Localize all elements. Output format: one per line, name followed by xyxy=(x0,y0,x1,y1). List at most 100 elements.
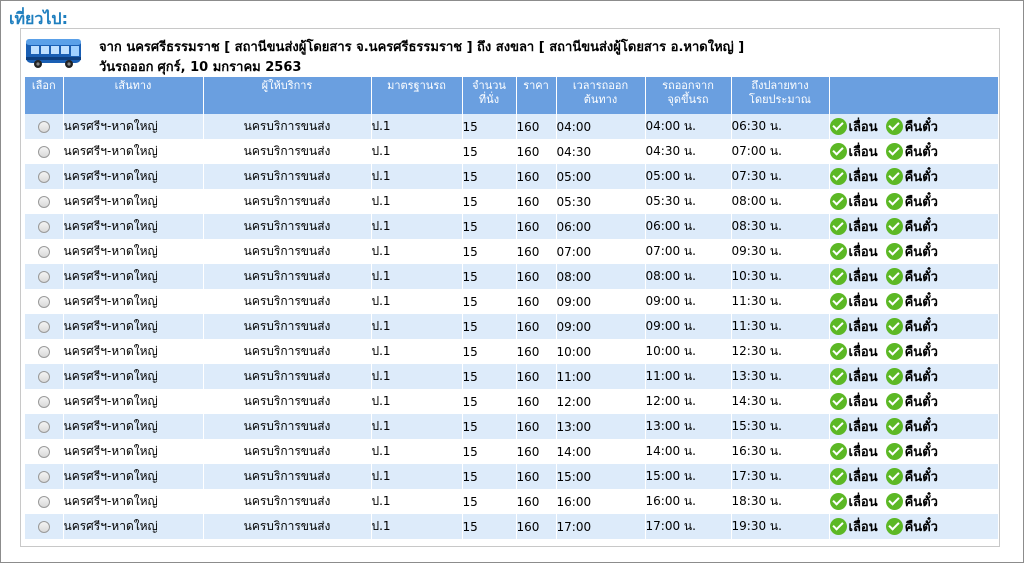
depart-time-cell: 16:00 น. xyxy=(645,489,732,514)
postpone-button[interactable]: เลื่อน xyxy=(829,416,878,437)
refund-button[interactable]: คืนตั๋ว xyxy=(885,366,938,387)
depart-time-cell: 10:00 น. xyxy=(645,339,732,364)
select-radio[interactable] xyxy=(37,221,50,233)
refund-button[interactable]: คืนตั๋ว xyxy=(885,141,938,162)
check-icon xyxy=(885,267,903,285)
check-icon xyxy=(885,242,903,260)
refund-label: คืนตั๋ว xyxy=(904,319,938,335)
select-radio[interactable] xyxy=(37,246,50,258)
postpone-button[interactable]: เลื่อน xyxy=(829,491,878,512)
postpone-button[interactable]: เลื่อน xyxy=(829,266,878,287)
refund-button[interactable]: คืนตั๋ว xyxy=(885,391,938,412)
select-cell xyxy=(25,464,64,489)
table-row: นครศรีฯ-หาดใหญ่ นครบริการขนส่ง ป.1 15 160 08:… xyxy=(25,264,999,289)
refund-label: คืนตั๋ว xyxy=(904,394,938,410)
depart-time-cell: 17:00 น. xyxy=(645,514,732,539)
col-price-header: ราคา xyxy=(516,77,557,114)
arrive-time-cell: 11:30 น. xyxy=(731,314,830,339)
postpone-button[interactable]: เลื่อน xyxy=(829,466,878,487)
col-provider-header: ผู้ให้บริการ xyxy=(203,77,372,114)
refund-button[interactable]: คืนตั๋ว xyxy=(885,316,938,337)
select-radio[interactable] xyxy=(37,396,50,408)
standard-cell: ป.1 xyxy=(371,514,463,539)
arrive-time-cell: 18:30 น. xyxy=(731,489,830,514)
check-icon xyxy=(885,217,903,235)
select-radio[interactable] xyxy=(37,171,50,183)
refund-label: คืนตั๋ว xyxy=(904,369,938,385)
provider-cell: นครบริการขนส่ง xyxy=(203,214,372,239)
postpone-button[interactable]: เลื่อน xyxy=(829,216,878,237)
postpone-button[interactable]: เลื่อน xyxy=(829,291,878,312)
postpone-button[interactable]: เลื่อน xyxy=(829,141,878,162)
standard-cell: ป.1 xyxy=(371,114,463,139)
postpone-button[interactable]: เลื่อน xyxy=(829,241,878,262)
postpone-button[interactable]: เลื่อน xyxy=(829,341,878,362)
postpone-button[interactable]: เลื่อน xyxy=(829,391,878,412)
actions-cell: เลื่อน คืนตั๋ว xyxy=(829,189,999,214)
schedule-table: เลือก เส้นทาง ผู้ให้บริการ มาตรฐานรถ จำน… xyxy=(25,77,999,539)
refund-button[interactable]: คืนตั๋ว xyxy=(885,216,938,237)
actions-cell: เลื่อน คืนตั๋ว xyxy=(829,514,999,539)
select-radio[interactable] xyxy=(37,471,50,483)
postpone-label: เลื่อน xyxy=(848,244,878,260)
postpone-button[interactable]: เลื่อน xyxy=(829,166,878,187)
standard-cell: ป.1 xyxy=(371,414,463,439)
refund-button[interactable]: คืนตั๋ว xyxy=(885,416,938,437)
select-radio[interactable] xyxy=(37,196,50,208)
select-radio[interactable] xyxy=(37,371,50,383)
depart-time-cell: 11:00 น. xyxy=(645,364,732,389)
select-radio[interactable] xyxy=(37,521,50,533)
price-cell: 160 xyxy=(516,314,557,339)
arrive-time-cell: 17:30 น. xyxy=(731,464,830,489)
refund-button[interactable]: คืนตั๋ว xyxy=(885,491,938,512)
col-arrive-header: ถึงปลายทาง โดยประมาณ xyxy=(731,77,830,114)
table-row: นครศรีฯ-หาดใหญ่ นครบริการขนส่ง ป.1 15 160 07:… xyxy=(25,239,999,264)
postpone-button[interactable]: เลื่อน xyxy=(829,516,878,537)
select-radio[interactable] xyxy=(37,296,50,308)
check-icon xyxy=(829,492,847,510)
select-cell xyxy=(25,289,64,314)
price-cell: 160 xyxy=(516,339,557,364)
actions-cell: เลื่อน คืนตั๋ว xyxy=(829,414,999,439)
refund-button[interactable]: คืนตั๋ว xyxy=(885,166,938,187)
select-radio[interactable] xyxy=(37,321,50,333)
refund-button[interactable]: คืนตั๋ว xyxy=(885,241,938,262)
select-radio[interactable] xyxy=(37,121,50,133)
trip-panel: จาก นครศรีธรรมราช [ สถานีขนส่งผู้โดยสาร … xyxy=(20,28,1000,547)
refund-button[interactable]: คืนตั๋ว xyxy=(885,466,938,487)
postpone-button[interactable]: เลื่อน xyxy=(829,366,878,387)
actions-cell: เลื่อน คืนตั๋ว xyxy=(829,164,999,189)
route-cell: นครศรีฯ-หาดใหญ่ xyxy=(63,414,204,439)
table-row: นครศรีฯ-หาดใหญ่ นครบริการขนส่ง ป.1 15 160 12:… xyxy=(25,389,999,414)
refund-button[interactable]: คืนตั๋ว xyxy=(885,116,938,137)
col-select-header: เลือก xyxy=(25,77,64,114)
refund-button[interactable]: คืนตั๋ว xyxy=(885,341,938,362)
select-radio[interactable] xyxy=(37,421,50,433)
postpone-button[interactable]: เลื่อน xyxy=(829,191,878,212)
select-radio[interactable] xyxy=(37,271,50,283)
check-icon xyxy=(829,267,847,285)
seats-cell: 15 xyxy=(462,489,517,514)
postpone-button[interactable]: เลื่อน xyxy=(829,116,878,137)
refund-button[interactable]: คืนตั๋ว xyxy=(885,516,938,537)
refund-button[interactable]: คืนตั๋ว xyxy=(885,291,938,312)
col-time-line1: เวลารถออก xyxy=(572,79,629,92)
select-radio[interactable] xyxy=(37,496,50,508)
postpone-button[interactable]: เลื่อน xyxy=(829,316,878,337)
check-icon xyxy=(885,117,903,135)
select-radio[interactable] xyxy=(37,446,50,458)
departure-date: วันรถออก ศุกร์, 10 มกราคม 2563 xyxy=(99,56,301,77)
arrive-time-cell: 14:30 น. xyxy=(731,389,830,414)
arrive-time-cell: 19:30 น. xyxy=(731,514,830,539)
provider-cell: นครบริการขนส่ง xyxy=(203,139,372,164)
price-cell: 160 xyxy=(516,464,557,489)
refund-button[interactable]: คืนตั๋ว xyxy=(885,191,938,212)
postpone-button[interactable]: เลื่อน xyxy=(829,441,878,462)
actions-cell: เลื่อน คืนตั๋ว xyxy=(829,489,999,514)
refund-button[interactable]: คืนตั๋ว xyxy=(885,266,938,287)
refund-button[interactable]: คืนตั๋ว xyxy=(885,441,938,462)
postpone-label: เลื่อน xyxy=(848,169,878,185)
select-radio[interactable] xyxy=(37,346,50,358)
select-radio[interactable] xyxy=(37,146,50,158)
seats-cell: 15 xyxy=(462,464,517,489)
